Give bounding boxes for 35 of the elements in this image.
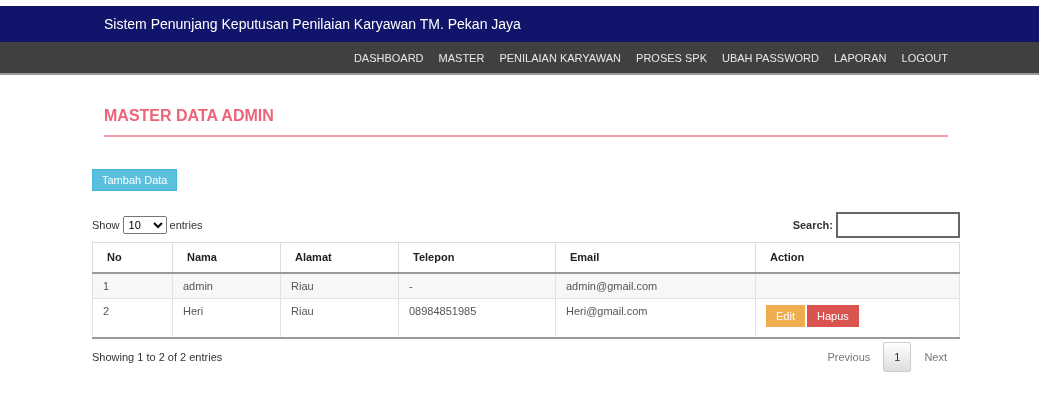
table-cell: admin: [172, 272, 281, 299]
nav-link[interactable]: MASTER: [438, 51, 485, 64]
column-header[interactable]: Alamat: [280, 242, 399, 273]
column-header[interactable]: Action: [755, 242, 960, 273]
table-cell: 2: [92, 298, 173, 338]
search-field[interactable]: [836, 212, 960, 238]
nav-link[interactable]: PENILAIAN KARYAWAN: [499, 51, 622, 64]
entries-label: entries: [169, 219, 203, 231]
page-button[interactable]: 1: [883, 341, 912, 372]
column-header[interactable]: Nama: [172, 242, 281, 273]
table-cell: Heri@gmail.com: [555, 298, 756, 338]
table-cell: Riau: [280, 272, 399, 299]
nav-link[interactable]: LAPORAN: [833, 51, 887, 64]
table-cell: -: [398, 272, 556, 299]
next-link[interactable]: Next: [911, 341, 960, 372]
table-cell: Riau: [280, 298, 399, 338]
delete-button[interactable]: Hapus: [806, 305, 859, 327]
search-label: Search:: [792, 219, 833, 231]
table-cell: 1: [92, 272, 173, 299]
page-title: MASTER DATA ADMIN: [104, 107, 274, 124]
column-header[interactable]: Telepon: [398, 242, 556, 273]
app-title: Sistem Penunjang Keputusan Penilaian Karyawan TM. Pekan Jaya: [104, 16, 521, 32]
column-header[interactable]: Email: [555, 242, 756, 273]
nav-link[interactable]: PROSES SPK: [636, 51, 707, 64]
table-cell: Heri: [172, 298, 281, 338]
table-cell: 08984851985: [398, 298, 556, 338]
nav-link[interactable]: DASHBOARD: [353, 51, 424, 64]
entries-select[interactable]: 10: [122, 216, 167, 234]
nav-link[interactable]: UBAH PASSWORD: [722, 51, 819, 64]
table-cell: admin@gmail.com: [555, 272, 756, 299]
nav-link[interactable]: LOGOUT: [901, 51, 948, 64]
previous-link[interactable]: Previous: [814, 341, 884, 372]
show-label: Show: [92, 219, 120, 231]
table-info: Showing 1 to 2 of 2 entries: [92, 350, 223, 363]
column-header[interactable]: No: [92, 242, 173, 273]
